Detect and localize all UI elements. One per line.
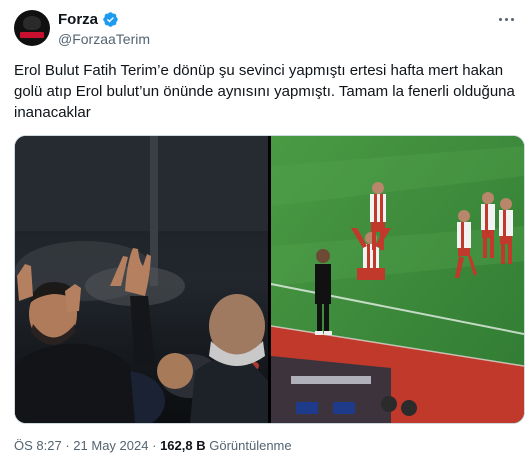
tweet-card[interactable]: Forza @ForzaaTerim Erol Bulut Fatih Teri… [0,0,531,466]
meta-separator: · [65,438,70,453]
tweet-text: Erol Bulut Fatih Terim’e dönüp şu sevinc… [14,62,515,121]
meta-separator: · [152,438,157,453]
handle[interactable]: @ForzaaTerim [58,31,150,47]
tweet-time[interactable]: ÖS 8:27 [14,438,62,453]
verified-badge-icon [103,11,118,27]
tweet-meta: ÖS 8:27 · 21 May 2024 · 162,8 B Görüntül… [14,438,292,453]
tweet-date[interactable]: 21 May 2024 [73,438,148,453]
avatar[interactable] [14,10,50,46]
media-grid [14,135,525,424]
views-count: 162,8 B [160,438,206,453]
author-info: Forza @ForzaaTerim [58,9,150,48]
photo-coach-celebration[interactable] [15,136,268,423]
display-name[interactable]: Forza [58,11,98,28]
forza-logo-icon [23,16,41,30]
photo-player-celebration[interactable] [271,136,524,423]
more-options-icon[interactable] [495,10,517,28]
views-label: Görüntülenme [209,438,292,453]
